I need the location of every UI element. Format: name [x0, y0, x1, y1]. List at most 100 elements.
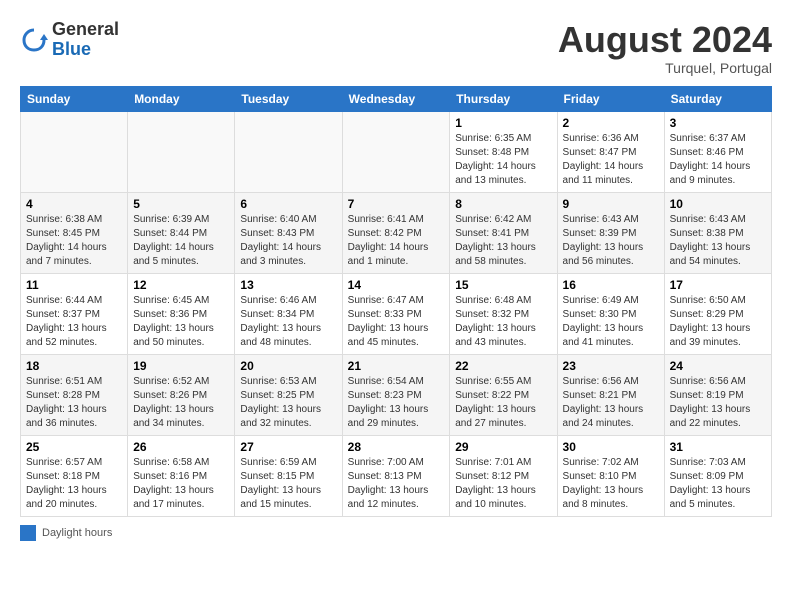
title-area: August 2024 Turquel, Portugal	[558, 20, 772, 76]
day-info: Sunrise: 6:56 AM Sunset: 8:21 PM Dayligh…	[563, 375, 659, 431]
calendar-cell: 15 Sunrise: 6:48 AM Sunset: 8:32 PM Dayli…	[450, 273, 557, 354]
calendar-cell: 6 Sunrise: 6:40 AM Sunset: 8:43 PM Daylig…	[235, 192, 342, 273]
legend: Daylight hours	[20, 525, 772, 541]
logo-text: General Blue	[52, 20, 119, 60]
day-info: Sunrise: 6:44 AM Sunset: 8:37 PM Dayligh…	[26, 294, 122, 350]
day-info: Sunrise: 6:38 AM Sunset: 8:45 PM Dayligh…	[26, 213, 122, 269]
day-info: Sunrise: 6:39 AM Sunset: 8:44 PM Dayligh…	[133, 213, 229, 269]
calendar-week-row: 18 Sunrise: 6:51 AM Sunset: 8:28 PM Dayli…	[21, 354, 772, 435]
calendar-cell: 22 Sunrise: 6:55 AM Sunset: 8:22 PM Dayli…	[450, 354, 557, 435]
calendar-week-row: 25 Sunrise: 6:57 AM Sunset: 8:18 PM Dayli…	[21, 435, 772, 516]
calendar-cell: 2Sunrise: 6:36 AM Sunset: 8:47 PM Daylig…	[557, 111, 664, 192]
day-info: Sunrise: 6:54 AM Sunset: 8:23 PM Dayligh…	[348, 375, 445, 431]
calendar-cell: 25 Sunrise: 6:57 AM Sunset: 8:18 PM Dayli…	[21, 435, 128, 516]
calendar-cell: 24 Sunrise: 6:56 AM Sunset: 8:19 PM Dayli…	[664, 354, 771, 435]
logo-icon	[20, 26, 48, 54]
day-info: Sunrise: 6:57 AM Sunset: 8:18 PM Dayligh…	[26, 456, 122, 512]
day-info: Sunrise: 7:00 AM Sunset: 8:13 PM Dayligh…	[348, 456, 445, 512]
location: Turquel, Portugal	[558, 60, 772, 76]
calendar-cell: 23 Sunrise: 6:56 AM Sunset: 8:21 PM Dayli…	[557, 354, 664, 435]
day-number: 21	[348, 359, 445, 373]
calendar-day-header: Tuesday	[235, 86, 342, 111]
calendar-cell: 19 Sunrise: 6:52 AM Sunset: 8:26 PM Dayli…	[128, 354, 235, 435]
calendar-cell	[21, 111, 128, 192]
calendar-cell: 7Sunrise: 6:41 AM Sunset: 8:42 PM Daylig…	[342, 192, 450, 273]
day-info: Sunrise: 6:50 AM Sunset: 8:29 PM Dayligh…	[670, 294, 766, 350]
day-info: Sunrise: 6:58 AM Sunset: 8:16 PM Dayligh…	[133, 456, 229, 512]
logo: General Blue	[20, 20, 119, 60]
calendar-cell	[342, 111, 450, 192]
day-number: 22	[455, 359, 551, 373]
calendar-cell: 13 Sunrise: 6:46 AM Sunset: 8:34 PM Dayli…	[235, 273, 342, 354]
day-number: 18	[26, 359, 122, 373]
day-info: Sunrise: 6:35 AM Sunset: 8:48 PM Dayligh…	[455, 132, 551, 188]
calendar-cell: 16 Sunrise: 6:49 AM Sunset: 8:30 PM Dayli…	[557, 273, 664, 354]
legend-label: Daylight hours	[42, 527, 112, 539]
calendar-cell: 8 Sunrise: 6:42 AM Sunset: 8:41 PM Daylig…	[450, 192, 557, 273]
day-info: Sunrise: 7:01 AM Sunset: 8:12 PM Dayligh…	[455, 456, 551, 512]
calendar-body: 1 Sunrise: 6:35 AM Sunset: 8:48 PM Daylig…	[21, 111, 772, 516]
day-info: Sunrise: 6:45 AM Sunset: 8:36 PM Dayligh…	[133, 294, 229, 350]
day-number: 31	[670, 440, 766, 454]
day-number: 5	[133, 197, 229, 211]
day-info: Sunrise: 7:02 AM Sunset: 8:10 PM Dayligh…	[563, 456, 659, 512]
calendar-cell: 1 Sunrise: 6:35 AM Sunset: 8:48 PM Daylig…	[450, 111, 557, 192]
calendar-cell: 5 Sunrise: 6:39 AM Sunset: 8:44 PM Daylig…	[128, 192, 235, 273]
day-info: Sunrise: 6:40 AM Sunset: 8:43 PM Dayligh…	[240, 213, 336, 269]
day-info: Sunrise: 6:37 AM Sunset: 8:46 PM Dayligh…	[670, 132, 766, 188]
calendar-cell: 27Sunrise: 6:59 AM Sunset: 8:15 PM Dayli…	[235, 435, 342, 516]
day-info: Sunrise: 7:03 AM Sunset: 8:09 PM Dayligh…	[670, 456, 766, 512]
day-number: 1	[455, 116, 551, 130]
day-info: Sunrise: 6:49 AM Sunset: 8:30 PM Dayligh…	[563, 294, 659, 350]
day-number: 7	[348, 197, 445, 211]
legend-box	[20, 525, 36, 541]
day-info: Sunrise: 6:46 AM Sunset: 8:34 PM Dayligh…	[240, 294, 336, 350]
calendar-day-header: Thursday	[450, 86, 557, 111]
day-number: 23	[563, 359, 659, 373]
day-info: Sunrise: 6:48 AM Sunset: 8:32 PM Dayligh…	[455, 294, 551, 350]
day-number: 13	[240, 278, 336, 292]
day-number: 16	[563, 278, 659, 292]
month-year: August 2024	[558, 20, 772, 60]
day-info: Sunrise: 6:52 AM Sunset: 8:26 PM Dayligh…	[133, 375, 229, 431]
calendar-cell: 26 Sunrise: 6:58 AM Sunset: 8:16 PM Dayli…	[128, 435, 235, 516]
day-number: 27	[240, 440, 336, 454]
calendar-day-header: Saturday	[664, 86, 771, 111]
day-info: Sunrise: 6:55 AM Sunset: 8:22 PM Dayligh…	[455, 375, 551, 431]
day-number: 14	[348, 278, 445, 292]
day-number: 29	[455, 440, 551, 454]
day-number: 15	[455, 278, 551, 292]
day-info: Sunrise: 6:42 AM Sunset: 8:41 PM Dayligh…	[455, 213, 551, 269]
calendar-cell: 11Sunrise: 6:44 AM Sunset: 8:37 PM Dayli…	[21, 273, 128, 354]
calendar-cell: 17 Sunrise: 6:50 AM Sunset: 8:29 PM Dayli…	[664, 273, 771, 354]
day-number: 6	[240, 197, 336, 211]
calendar-cell: 20 Sunrise: 6:53 AM Sunset: 8:25 PM Dayli…	[235, 354, 342, 435]
day-info: Sunrise: 6:56 AM Sunset: 8:19 PM Dayligh…	[670, 375, 766, 431]
day-number: 24	[670, 359, 766, 373]
day-info: Sunrise: 6:43 AM Sunset: 8:38 PM Dayligh…	[670, 213, 766, 269]
calendar-cell: 31 Sunrise: 7:03 AM Sunset: 8:09 PM Dayli…	[664, 435, 771, 516]
calendar-day-header: Monday	[128, 86, 235, 111]
calendar-cell	[128, 111, 235, 192]
day-number: 17	[670, 278, 766, 292]
calendar-week-row: 4 Sunrise: 6:38 AM Sunset: 8:45 PM Daylig…	[21, 192, 772, 273]
day-info: Sunrise: 6:53 AM Sunset: 8:25 PM Dayligh…	[240, 375, 336, 431]
calendar-cell	[235, 111, 342, 192]
day-number: 30	[563, 440, 659, 454]
day-number: 10	[670, 197, 766, 211]
day-info: Sunrise: 6:47 AM Sunset: 8:33 PM Dayligh…	[348, 294, 445, 350]
calendar-day-header: Sunday	[21, 86, 128, 111]
calendar-cell: 3Sunrise: 6:37 AM Sunset: 8:46 PM Daylig…	[664, 111, 771, 192]
calendar-day-header: Wednesday	[342, 86, 450, 111]
calendar-header-row: SundayMondayTuesdayWednesdayThursdayFrid…	[21, 86, 772, 111]
day-number: 8	[455, 197, 551, 211]
day-number: 19	[133, 359, 229, 373]
page-header: General Blue August 2024 Turquel, Portug…	[20, 20, 772, 76]
day-info: Sunrise: 6:51 AM Sunset: 8:28 PM Dayligh…	[26, 375, 122, 431]
day-number: 28	[348, 440, 445, 454]
day-number: 4	[26, 197, 122, 211]
day-number: 20	[240, 359, 336, 373]
day-number: 26	[133, 440, 229, 454]
day-number: 25	[26, 440, 122, 454]
calendar-cell: 10 Sunrise: 6:43 AM Sunset: 8:38 PM Dayli…	[664, 192, 771, 273]
